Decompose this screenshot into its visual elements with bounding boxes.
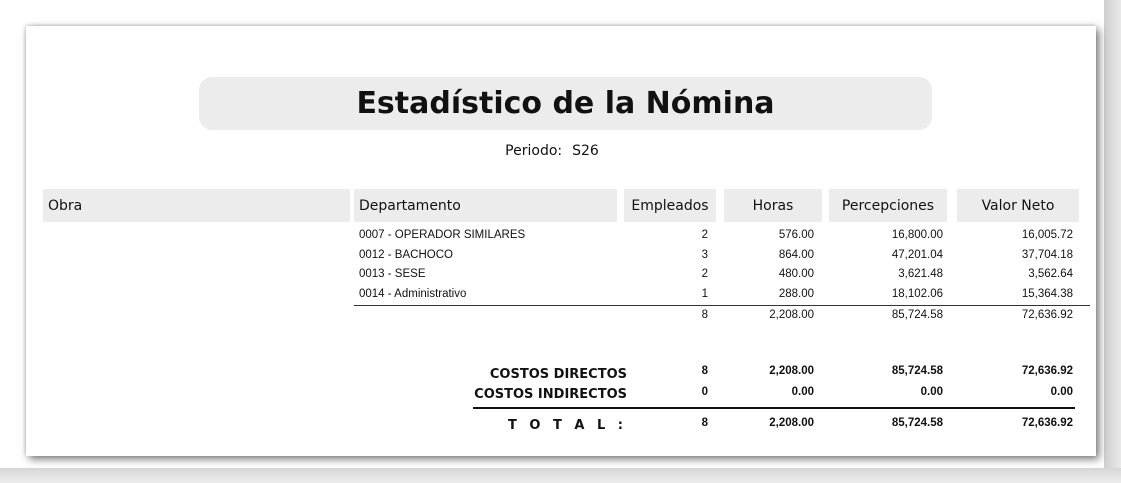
- row-horas: 864.00: [778, 249, 814, 261]
- costos-directos-label: COSTOS DIRECTOS: [489, 367, 627, 382]
- costos-directos-empleados: 8: [701, 365, 708, 377]
- subtotal-divider: [354, 305, 1090, 306]
- costos-indirectos-label: COSTOS INDIRECTOS: [474, 387, 627, 402]
- row-empleados: 2: [701, 268, 708, 280]
- row-percepciones: 18,102.06: [891, 288, 943, 300]
- subtotal-horas: 2,208.00: [769, 309, 814, 321]
- row-empleados: 3: [701, 249, 708, 261]
- costos-directos-percepciones: 85,724.58: [891, 365, 943, 377]
- costos-directos-valor-neto: 72,636.92: [1021, 365, 1073, 377]
- row-percepciones: 47,201.04: [891, 249, 943, 261]
- costos-indirectos-horas: 0.00: [791, 386, 814, 398]
- row-departamento: 0012 - BACHOCO: [359, 249, 453, 261]
- period-line: Periodo: S26: [0, 143, 1104, 159]
- subtotal-valor-neto: 72,636.92: [1021, 309, 1073, 321]
- header-percepciones-label: Percepciones: [841, 197, 935, 214]
- header-percepciones: Percepciones: [829, 189, 947, 222]
- total-label: T O T A L :: [508, 418, 627, 433]
- header-valor-neto-label: Valor Neto: [981, 197, 1055, 214]
- total-horas: 2,208.00: [769, 417, 814, 429]
- subtotal-percepciones: 85,724.58: [891, 309, 943, 321]
- header-empleados: Empleados: [624, 189, 716, 222]
- row-valor-neto: 3,562.64: [1028, 268, 1073, 280]
- header-departamento-label: Departamento: [359, 197, 461, 214]
- row-percepciones: 16,800.00: [891, 229, 943, 241]
- header-obra: Obra: [43, 189, 350, 222]
- row-valor-neto: 15,364.38: [1021, 288, 1073, 300]
- row-departamento: 0014 - Administrativo: [359, 288, 467, 300]
- total-percepciones: 85,724.58: [891, 417, 943, 429]
- row-horas: 576.00: [778, 229, 814, 241]
- period-value: S26: [572, 143, 599, 159]
- total-divider: [473, 407, 1075, 409]
- report-title: Estadístico de la Nómina: [356, 86, 775, 121]
- window-edge-bottom: [0, 468, 1121, 483]
- total-valor-neto: 72,636.92: [1021, 417, 1073, 429]
- row-horas: 480.00: [778, 268, 814, 280]
- row-valor-neto: 16,005.72: [1021, 229, 1073, 241]
- subtotal-empleados: 8: [701, 309, 708, 321]
- costos-directos-horas: 2,208.00: [769, 365, 814, 377]
- header-empleados-label: Empleados: [631, 197, 709, 214]
- period-label: Periodo:: [505, 143, 563, 159]
- header-valor-neto: Valor Neto: [957, 189, 1079, 222]
- header-departamento: Departamento: [354, 189, 617, 222]
- row-percepciones: 3,621.48: [898, 268, 943, 280]
- total-empleados: 8: [701, 417, 708, 429]
- costos-indirectos-valor-neto: 0.00: [1050, 386, 1073, 398]
- row-departamento: 0007 - OPERADOR SIMILARES: [359, 229, 526, 241]
- row-valor-neto: 37,704.18: [1021, 249, 1073, 261]
- costos-indirectos-percepciones: 0.00: [920, 386, 943, 398]
- report-title-banner: Estadístico de la Nómina: [199, 77, 932, 130]
- costos-indirectos-empleados: 0: [701, 386, 708, 398]
- row-empleados: 1: [701, 288, 708, 300]
- row-empleados: 2: [701, 229, 708, 241]
- header-obra-label: Obra: [48, 197, 83, 214]
- window-edge-right: [1104, 0, 1121, 483]
- row-horas: 288.00: [778, 288, 814, 300]
- header-horas-label: Horas: [752, 197, 794, 214]
- row-departamento: 0013 - SESE: [359, 268, 426, 280]
- header-horas: Horas: [724, 189, 822, 222]
